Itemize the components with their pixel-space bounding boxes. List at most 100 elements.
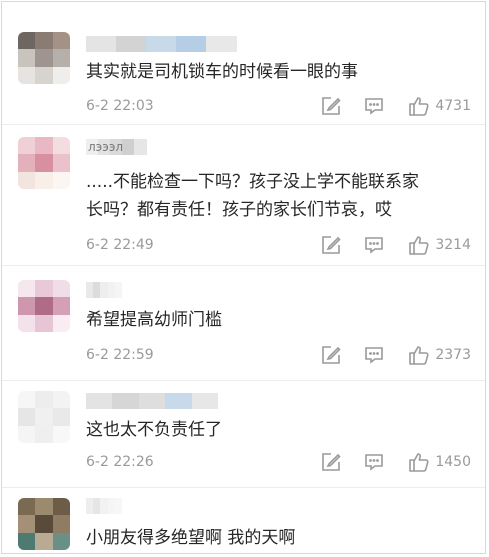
avatar-mosaic-block <box>52 137 70 155</box>
comment-meta: 6-2 22:26 1450 <box>86 452 471 472</box>
username-blurred[interactable] <box>86 393 219 409</box>
like-count: 1450 <box>435 454 471 470</box>
thumbs-up-icon[interactable] <box>408 95 430 117</box>
username-partial: лэээл <box>88 140 124 154</box>
avatar-mosaic-block <box>18 425 36 443</box>
avatar-mosaic-block <box>52 297 70 315</box>
username-blur-segment <box>86 393 113 409</box>
username-blur-segment <box>165 393 193 409</box>
avatar-mosaic-block <box>18 498 36 516</box>
avatar-mosaic-block <box>18 314 36 332</box>
avatar-mosaic-block <box>18 532 36 550</box>
avatar-mosaic-block <box>35 515 53 533</box>
avatar-mosaic-block <box>35 49 53 67</box>
avatar-mosaic-block <box>18 66 36 84</box>
comment-icon[interactable] <box>363 344 385 366</box>
avatar[interactable] <box>18 391 70 443</box>
comment-item: 其实就是司机锁车的时候看一眼的事 6-2 22:03 4731 <box>2 2 485 124</box>
edit-icon[interactable] <box>320 451 342 473</box>
avatar-mosaic-block <box>35 32 53 50</box>
comment-time: 6-2 22:59 <box>86 347 154 363</box>
username-blur-segment <box>114 498 123 514</box>
avatar-mosaic-block <box>52 32 70 50</box>
avatar-mosaic-block <box>35 154 53 172</box>
comment-text: 其实就是司机锁车的时候看一眼的事 <box>86 62 358 82</box>
username-blurred[interactable] <box>86 36 237 52</box>
avatar-mosaic-block <box>52 498 70 516</box>
avatar[interactable] <box>18 137 70 189</box>
avatar[interactable] <box>18 280 70 332</box>
avatar-mosaic-block <box>18 154 36 172</box>
comment-time: 6-2 22:03 <box>86 98 154 114</box>
username-blur-segment <box>138 393 166 409</box>
comment-item: 小朋友得多绝望啊 我的天啊 <box>2 488 485 553</box>
comment-meta: 6-2 22:59 2373 <box>86 345 471 365</box>
like-count: 3214 <box>435 237 471 253</box>
comment-item: 希望提高幼师门槛 6-2 22:59 2373 <box>2 266 485 380</box>
comment-icon[interactable] <box>363 95 385 117</box>
avatar-mosaic-block <box>35 498 53 516</box>
thumbs-up-icon[interactable] <box>408 451 430 473</box>
avatar-mosaic-block <box>18 49 36 67</box>
avatar-mosaic-block <box>52 515 70 533</box>
avatar[interactable] <box>18 498 70 550</box>
avatar-mosaic-block <box>18 32 36 50</box>
avatar[interactable] <box>18 32 70 84</box>
thumbs-up-icon[interactable] <box>408 344 430 366</box>
edit-icon[interactable] <box>320 344 342 366</box>
username-blur-segment <box>134 139 147 155</box>
avatar-mosaic-block <box>52 154 70 172</box>
username-blur-segment <box>122 139 135 155</box>
comment-list: 其实就是司机锁车的时候看一眼的事 6-2 22:03 4731 лэээл ..… <box>1 1 486 554</box>
avatar-mosaic-block <box>35 171 53 189</box>
edit-icon[interactable] <box>320 234 342 256</box>
avatar-mosaic-block <box>52 280 70 298</box>
avatar-mosaic-block <box>18 171 36 189</box>
comment-meta: 6-2 22:49 3214 <box>86 235 471 255</box>
avatar-mosaic-block <box>35 66 53 84</box>
username-blur-segment <box>116 36 147 52</box>
avatar-mosaic-block <box>18 280 36 298</box>
username-blur-segment <box>176 36 207 52</box>
avatar-mosaic-block <box>35 532 53 550</box>
avatar-mosaic-block <box>18 515 36 533</box>
avatar-mosaic-block <box>18 297 36 315</box>
username-blur-segment <box>191 393 219 409</box>
username-blur-segment <box>146 36 177 52</box>
username-blur-segment <box>206 36 237 52</box>
comment-text: .....不能检查一下吗？孩子没上学不能联系家 长吗？都有责任！孩子的家长们节哀… <box>86 172 420 220</box>
avatar-mosaic-block <box>52 532 70 550</box>
comment-item: 这也太不负责任了 6-2 22:26 1450 <box>2 381 485 487</box>
avatar-mosaic-block <box>35 314 53 332</box>
comment-text: 这也太不负责任了 <box>86 420 222 440</box>
avatar-mosaic-block <box>52 391 70 409</box>
avatar-mosaic-block <box>18 408 36 426</box>
avatar-mosaic-block <box>35 137 53 155</box>
avatar-mosaic-block <box>52 171 70 189</box>
avatar-mosaic-block <box>52 408 70 426</box>
edit-icon[interactable] <box>320 95 342 117</box>
avatar-mosaic-block <box>35 391 53 409</box>
like-count: 4731 <box>435 98 471 114</box>
avatar-mosaic-block <box>18 137 36 155</box>
avatar-mosaic-block <box>52 49 70 67</box>
thumbs-up-icon[interactable] <box>408 234 430 256</box>
comment-item: лэээл .....不能检查一下吗？孩子没上学不能联系家 长吗？都有责任！孩子… <box>2 125 485 265</box>
username-blurred[interactable]: лэээл <box>86 139 147 155</box>
comment-icon[interactable] <box>363 234 385 256</box>
avatar-mosaic-block <box>52 425 70 443</box>
comment-text: 希望提高幼师门槛 <box>86 310 222 330</box>
comment-time: 6-2 22:26 <box>86 454 154 470</box>
avatar-mosaic-block <box>35 280 53 298</box>
comment-icon[interactable] <box>363 451 385 473</box>
avatar-mosaic-block <box>52 314 70 332</box>
comment-time: 6-2 22:49 <box>86 237 154 253</box>
username-blurred[interactable] <box>86 282 123 298</box>
comment-meta: 6-2 22:03 4731 <box>86 96 471 116</box>
username-blur-segment <box>114 282 123 298</box>
username-blur-segment <box>112 393 140 409</box>
avatar-mosaic-block <box>52 66 70 84</box>
username-blurred[interactable] <box>86 498 123 514</box>
avatar-mosaic-block <box>18 391 36 409</box>
avatar-mosaic-block <box>35 297 53 315</box>
